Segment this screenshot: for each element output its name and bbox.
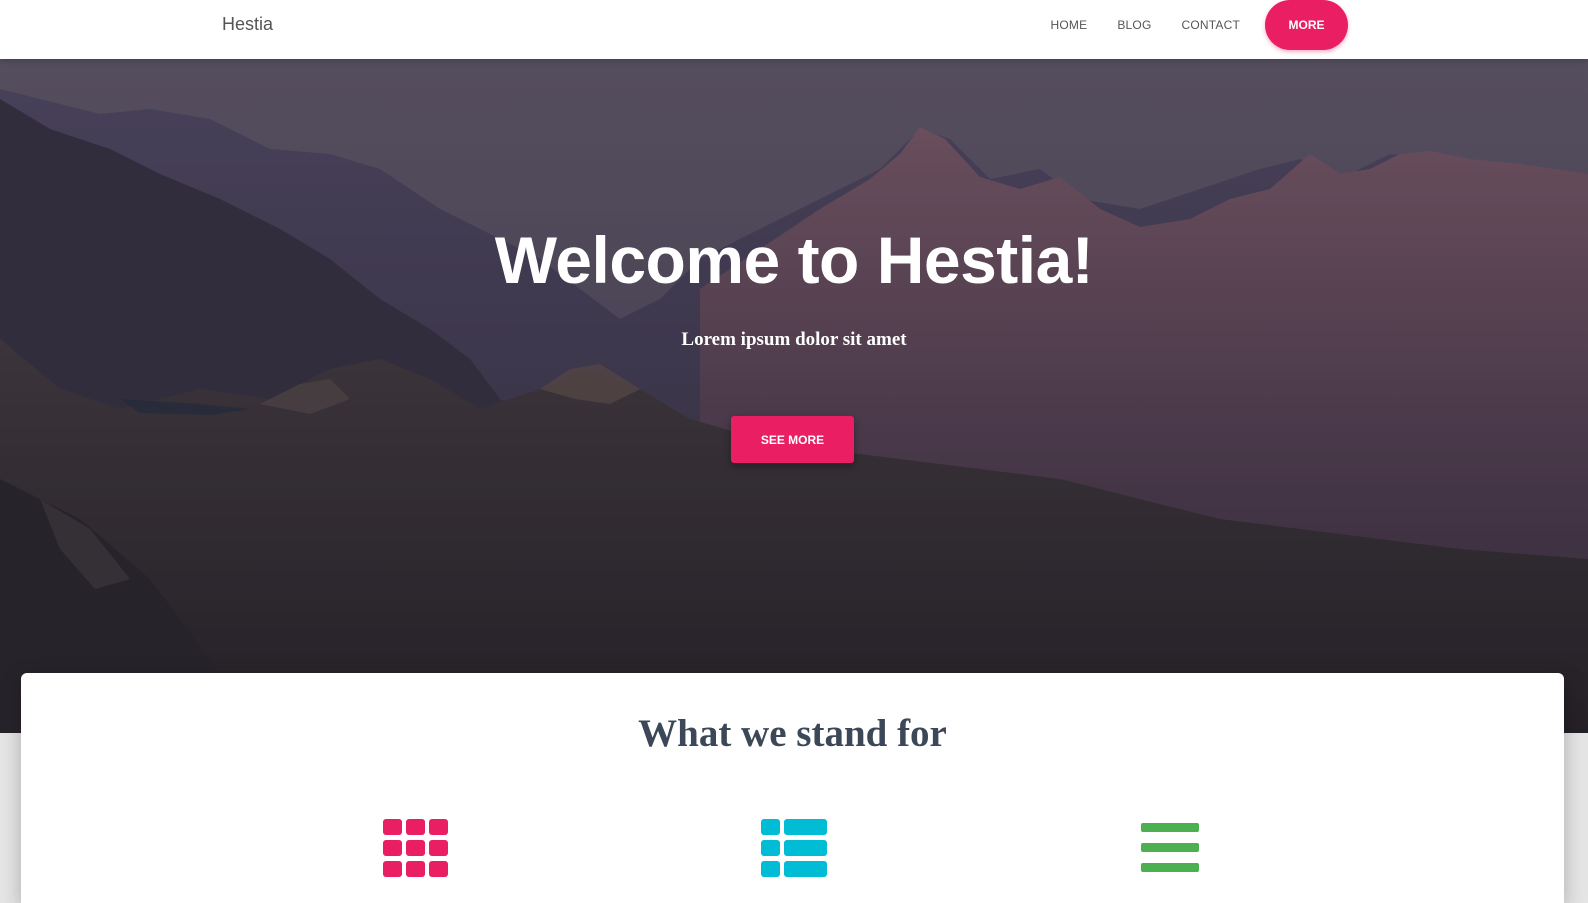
nav-link-home[interactable]: HOME [1051, 18, 1088, 32]
features-card: What we stand for [21, 673, 1564, 903]
menu-lines-icon [1141, 819, 1199, 872]
nav-link-blog[interactable]: BLOG [1117, 18, 1151, 32]
grid-icon [383, 819, 449, 877]
hero-section: Welcome to Hestia! Lorem ipsum dolor sit… [0, 59, 1588, 733]
hero-subtitle: Lorem ipsum dolor sit amet [681, 329, 907, 350]
section-title: What we stand for [638, 712, 947, 755]
hero-overlay [0, 59, 1588, 733]
nav-menu: HOME BLOG CONTACT MORE [1021, 0, 1348, 50]
list-view-icon [761, 819, 827, 877]
hero-title: Welcome to Hestia! [494, 223, 1094, 297]
more-button[interactable]: MORE [1265, 0, 1348, 50]
see-more-button[interactable]: SEE MORE [731, 416, 854, 463]
site-brand-link[interactable]: Hestia [222, 14, 273, 35]
top-navbar: Hestia HOME BLOG CONTACT MORE [0, 0, 1588, 59]
nav-link-contact[interactable]: CONTACT [1181, 18, 1240, 32]
